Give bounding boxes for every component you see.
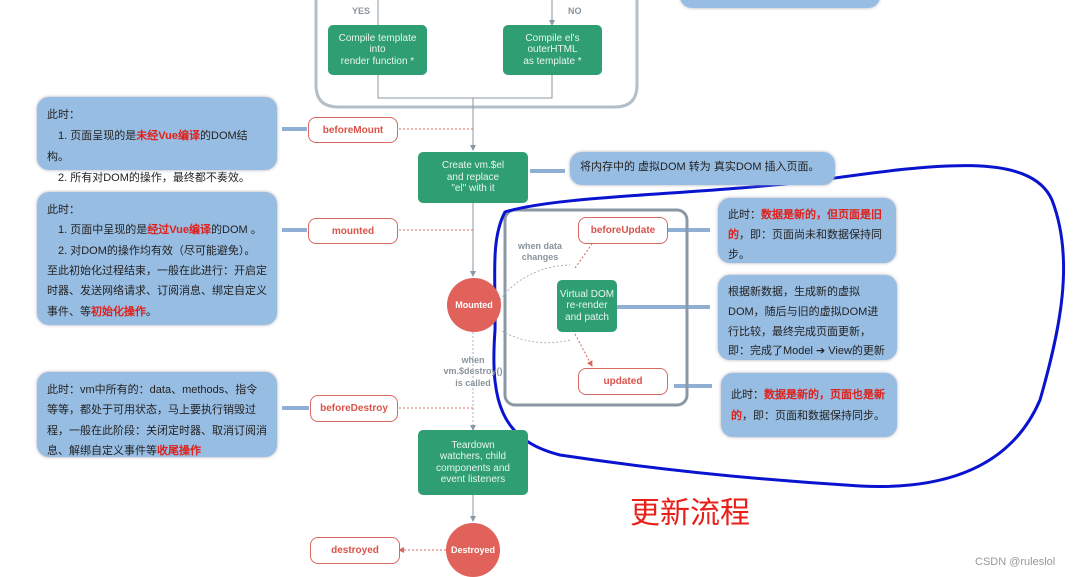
note-text: 1. 页面呈现的是: [47, 129, 137, 142]
note-text: 2. 所有对DOM的操作，最终都不奏效。: [47, 171, 250, 184]
note-insert: 将内存中的 虚拟DOM 转为 真实DOM 插入页面。: [570, 152, 835, 185]
yes-label: YES: [352, 6, 371, 16]
teardown-box: Teardown watchers, child components and …: [418, 430, 528, 495]
note-text: 至此初始化过程结束，一般在此进行：开启定时器、发送网络请求、订阅消息、绑定自定义…: [47, 265, 267, 318]
watermark: CSDN @ruleslol: [975, 556, 1056, 568]
note-text: 此时：: [47, 204, 80, 216]
note-beforedestroy: 此时：vm中所有的：data、methods、指令等等，都处于可用状态，马上要执…: [37, 372, 277, 457]
note-beforemount: 此时： 1. 页面呈现的是未经Vue编译的DOM结构。 2. 所有对DOM的操作…: [37, 97, 277, 184]
note-text: 的DOM 。: [211, 224, 262, 237]
note-text: 2. 对DOM的操作均有效（尽可能避免）。: [47, 244, 256, 257]
when-data-changes-label: when data changes: [517, 241, 562, 263]
note-patch: 根据新数据，生成新的虚拟DOM，随后与旧的虚拟DOM进行比较，最终完成页面更新，…: [718, 275, 897, 360]
hook-beforedestroy: beforeDestroy: [310, 395, 398, 422]
when-destroy-label: when vm.$destroy() is called: [443, 355, 503, 388]
hook-destroyed: destroyed: [310, 537, 400, 564]
virtual-dom-box: Virtual DOM re-render and patch: [557, 280, 617, 332]
note-text: 此时：: [47, 109, 80, 121]
note-highlight: 未经Vue编译: [136, 129, 200, 142]
compile-template-box: Compile template into render function *: [328, 25, 427, 75]
note-highlight: 初始化操作: [91, 305, 146, 318]
note-text: ，即：页面和数据保持同步。: [742, 409, 885, 422]
hook-beforeupdate: beforeUpdate: [578, 217, 668, 244]
note-highlight: 经过Vue编译: [147, 224, 211, 237]
note-text: 。: [146, 305, 157, 318]
note-text: 根据新数据，生成新的虚拟DOM，随后与旧的虚拟DOM进行比较，最终完成页面更新，…: [728, 286, 885, 358]
create-el-box: Create vm.$el and replace "el" with it: [418, 152, 528, 203]
note-text: 此时：: [728, 209, 761, 221]
hook-beforemount: beforeMount: [308, 117, 398, 143]
note-text: 此时：: [731, 389, 764, 401]
update-process-annotation: 更新流程: [630, 496, 750, 531]
note-beforeupdate: 此时：数据是新的，但页面是旧的，即：页面尚未和数据保持同步。: [718, 198, 896, 263]
note-text: 将内存中的 虚拟DOM 转为 真实DOM 插入页面。: [580, 161, 820, 173]
hook-mounted: mounted: [308, 218, 398, 244]
note-highlight: 收尾操作: [157, 445, 201, 458]
no-label: NO: [568, 6, 582, 16]
note-text: 1. 页面中呈现的是: [47, 224, 148, 237]
note-top-partial: 析的内容。: [680, 0, 880, 8]
compile-el-box: Compile el's outerHTML as template *: [503, 25, 602, 75]
note-text: ，即：页面尚未和数据保持同步。: [728, 228, 882, 261]
destroyed-state: Destroyed: [446, 523, 500, 577]
mounted-state: Mounted: [447, 278, 501, 332]
note-updated: 此时：数据是新的，页面也是新的，即：页面和数据保持同步。: [721, 373, 897, 437]
hook-updated: updated: [578, 368, 668, 395]
note-mounted: 此时： 1. 页面中呈现的是经过Vue编译的DOM 。 2. 对DOM的操作均有…: [37, 192, 277, 325]
